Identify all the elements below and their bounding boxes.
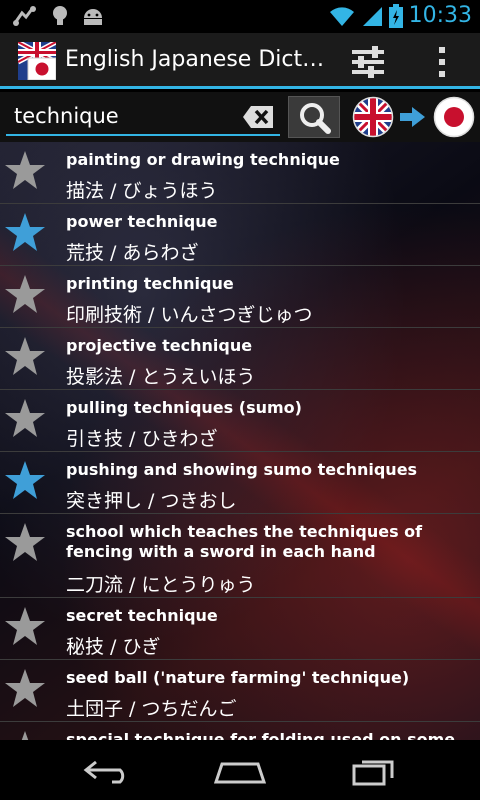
star-icon[interactable] (4, 730, 46, 740)
entry-english: power technique (66, 212, 218, 231)
android-icon (84, 9, 102, 25)
star-icon[interactable] (4, 398, 46, 438)
search-button[interactable] (288, 96, 340, 138)
uk-flag-icon[interactable] (352, 96, 394, 138)
entry-english: school which teaches the techniques of f… (66, 522, 423, 561)
home-icon[interactable] (214, 760, 266, 784)
list-item[interactable]: seed ball ('nature farming' technique) 土団… (0, 660, 480, 722)
entry-english: special technique for folding used on so… (66, 730, 456, 740)
list-item[interactable]: pushing and showing sumo techniques 突き押し … (0, 452, 480, 514)
arrow-right-icon (400, 107, 425, 127)
list-item[interactable]: school which teaches the techniques of f… (0, 514, 480, 598)
entry-japanese: 印刷技術 / いんさつぎじゅつ (66, 304, 313, 326)
status-bar: 10:33 (0, 0, 480, 33)
entry-english: pushing and showing sumo techniques (66, 460, 418, 479)
star-filled-icon[interactable] (4, 460, 46, 500)
status-clock: 10:33 (408, 3, 472, 28)
overflow-menu-icon[interactable] (428, 45, 456, 79)
list-item[interactable]: printing technique 印刷技術 / いんさつぎじゅつ (0, 266, 480, 328)
entry-japanese: 土団子 / つちだんご (66, 698, 237, 720)
lightbulb-icon (53, 6, 67, 25)
star-icon[interactable] (4, 274, 46, 314)
star-filled-icon[interactable] (4, 212, 46, 252)
app-title: English Japanese Dict… (65, 47, 325, 72)
backspace-clear-icon[interactable] (242, 105, 274, 129)
entry-english: painting or drawing technique (66, 150, 340, 169)
settings-sliders-icon[interactable] (346, 42, 390, 82)
entry-english: pulling techniques (sumo) (66, 398, 302, 417)
battery-charging-icon (388, 3, 403, 28)
star-icon[interactable] (4, 522, 46, 562)
entry-english: secret technique (66, 606, 218, 625)
entry-english: printing technique (66, 274, 234, 293)
list-item[interactable]: special technique for folding used on so… (0, 722, 480, 740)
action-bar: English Japanese Dict… (0, 33, 480, 89)
entry-english: seed ball ('nature farming' technique) (66, 668, 410, 687)
list-item[interactable]: power technique 荒技 / あらわざ (0, 204, 480, 266)
japan-flag-icon[interactable] (433, 96, 475, 138)
entry-japanese: 二刀流 / にとうりゅう (66, 574, 256, 596)
wifi-icon (329, 6, 354, 26)
list-item[interactable]: secret technique 秘技 / ひぎ (0, 598, 480, 660)
star-icon[interactable] (4, 336, 46, 376)
entry-japanese: 引き技 / ひきわざ (66, 428, 218, 450)
results-list[interactable]: painting or drawing technique 描法 / びょうほう p… (0, 142, 480, 740)
list-item[interactable]: projective technique 投影法 / とうえいほう (0, 328, 480, 390)
star-icon[interactable] (4, 150, 46, 190)
entry-japanese: 荒技 / あらわざ (66, 242, 199, 264)
search-icon (300, 103, 331, 134)
entry-japanese: 投影法 / とうえいほう (66, 366, 256, 388)
usb-debug-icon (13, 6, 36, 26)
list-item[interactable]: painting or drawing technique 描法 / びょうほう (0, 142, 480, 204)
entry-japanese: 描法 / びょうほう (66, 180, 218, 202)
recent-apps-icon[interactable] (352, 756, 398, 786)
star-icon[interactable] (4, 668, 46, 708)
star-icon[interactable] (4, 606, 46, 646)
search-input[interactable] (6, 98, 280, 136)
entry-english: projective technique (66, 336, 253, 355)
signal-icon (362, 6, 382, 26)
list-item[interactable]: pulling techniques (sumo) 引き技 / ひきわざ (0, 390, 480, 452)
uk-japan-flag-app-icon[interactable] (18, 42, 56, 80)
entry-japanese: 秘技 / ひぎ (66, 636, 161, 658)
back-icon[interactable] (82, 758, 130, 784)
entry-japanese: 突き押し / つきおし (66, 490, 237, 512)
navigation-bar (0, 740, 480, 800)
